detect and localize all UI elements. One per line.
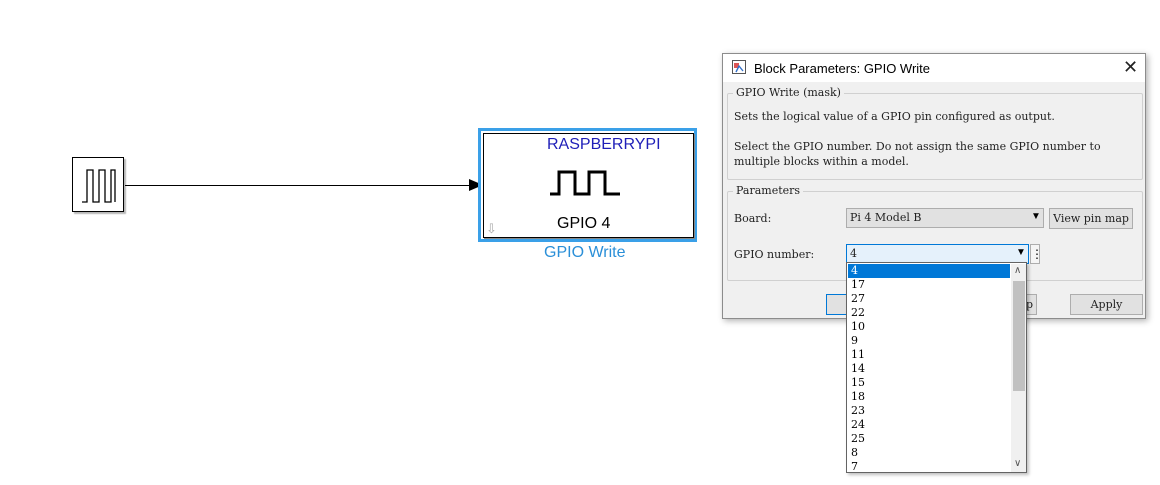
pulse-generator-block[interactable] — [72, 157, 124, 212]
more-options-button[interactable]: ⋮ — [1030, 244, 1043, 264]
square-wave-icon — [550, 170, 620, 196]
list-item[interactable]: 15 — [848, 376, 1010, 390]
pulse-wave-icon — [82, 169, 116, 203]
list-item[interactable]: 23 — [848, 404, 1010, 418]
list-item[interactable]: 25 — [848, 432, 1010, 446]
list-item[interactable]: 17 — [848, 278, 1010, 292]
simulink-app-icon — [732, 60, 746, 74]
chevron-down-icon[interactable]: ∨ — [1014, 458, 1021, 469]
board-label: Board: — [734, 212, 772, 225]
chevron-up-icon[interactable]: ∧ — [1014, 265, 1021, 276]
description-line-3: multiple blocks within a model. — [734, 155, 909, 168]
description-line-1: Sets the logical value of a GPIO pin con… — [734, 110, 1055, 123]
view-pin-map-button[interactable]: View pin map — [1049, 208, 1133, 229]
signal-line[interactable] — [125, 185, 471, 186]
scrollbar-thumb[interactable] — [1013, 281, 1025, 391]
chevron-down-icon: ▼ — [1031, 211, 1041, 222]
list-item[interactable]: 27 — [848, 292, 1010, 306]
block-pin-label: GPIO 4 — [557, 215, 611, 232]
list-item[interactable]: 24 — [848, 418, 1010, 432]
description-line-2: Select the GPIO number. Do not assign th… — [734, 140, 1101, 153]
close-icon[interactable]: ✕ — [1123, 57, 1138, 78]
list-item[interactable]: 14 — [848, 362, 1010, 376]
block-name-label[interactable]: GPIO Write — [544, 244, 626, 262]
down-arrow-icon: ⇩ — [486, 221, 497, 236]
list-item[interactable]: 4 — [848, 264, 1010, 278]
gpio-number-listbox[interactable]: 4 17 27 22 10 9 11 14 15 18 23 24 25 8 7… — [846, 262, 1027, 473]
list-item[interactable]: 9 — [848, 334, 1010, 348]
gpio-number-dropdown[interactable]: 4 ▼ — [846, 244, 1029, 264]
gpio-number-value: 4 — [850, 247, 857, 260]
list-item[interactable]: 8 — [848, 446, 1010, 460]
gpio-number-label: GPIO number: — [734, 248, 815, 261]
dialog-titlebar[interactable]: Block Parameters: GPIO Write ✕ — [723, 54, 1145, 82]
dialog-title: Block Parameters: GPIO Write — [754, 61, 931, 76]
parameters-legend: Parameters — [733, 184, 804, 197]
board-value: Pi 4 Model B — [850, 211, 922, 224]
chevron-down-icon: ▼ — [1016, 247, 1026, 258]
block-vendor-label: RASPBERRYPI — [547, 136, 661, 153]
list-item[interactable]: 7 — [848, 460, 1010, 472]
apply-button[interactable]: Apply — [1070, 294, 1143, 315]
list-item[interactable]: 10 — [848, 320, 1010, 334]
list-item[interactable]: 11 — [848, 348, 1010, 362]
board-dropdown[interactable]: Pi 4 Model B ▼ — [846, 208, 1044, 228]
list-item[interactable]: 18 — [848, 390, 1010, 404]
mask-legend: GPIO Write (mask) — [733, 86, 844, 99]
list-item[interactable]: 22 — [848, 306, 1010, 320]
